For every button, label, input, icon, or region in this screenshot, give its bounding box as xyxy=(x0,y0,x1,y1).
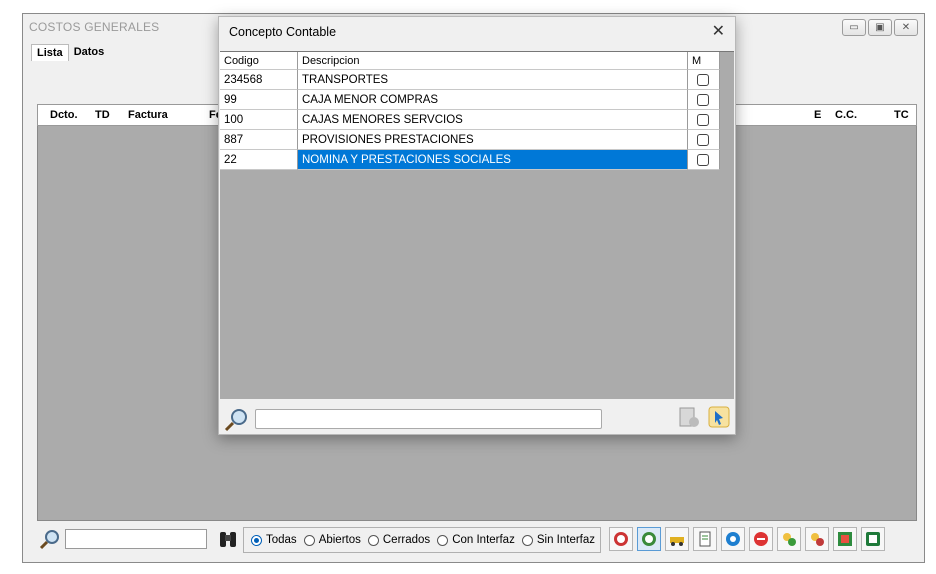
codigo-cell[interactable]: 887 xyxy=(220,130,298,150)
checkbox[interactable] xyxy=(697,134,709,146)
window-controls: ▭ ▣ ✕ xyxy=(842,19,918,36)
bottom-toolbar: Todas Abiertos Cerrados Con Interfaz Sin… xyxy=(31,525,919,555)
grid-header-row: Codigo Descripcion M xyxy=(220,52,720,72)
table-row[interactable]: 887 PROVISIONES PRESTACIONES xyxy=(220,130,720,150)
codigo-cell[interactable]: 22 xyxy=(220,150,298,170)
radio-cerrados[interactable]: Cerrados xyxy=(367,534,431,546)
truck-icon[interactable] xyxy=(665,527,689,551)
m-cell xyxy=(688,110,720,130)
column-descripcion[interactable]: Descripcion xyxy=(298,52,688,70)
column-codigo[interactable]: Codigo xyxy=(220,52,298,70)
checkbox[interactable] xyxy=(697,74,709,86)
binoculars-icon[interactable] xyxy=(219,529,237,552)
radio-sin-interfaz[interactable]: Sin Interfaz xyxy=(521,534,596,546)
radio-dot-icon xyxy=(251,534,262,546)
radio-label: Cerrados xyxy=(382,534,431,546)
column-factura[interactable]: Factura xyxy=(128,109,168,121)
add-group-icon[interactable] xyxy=(777,527,801,551)
m-cell xyxy=(688,150,720,170)
checkbox[interactable] xyxy=(697,94,709,106)
radio-abiertos[interactable]: Abiertos xyxy=(303,534,361,546)
m-cell xyxy=(688,70,720,90)
dialog-search-input[interactable] xyxy=(255,409,602,429)
maximize-button[interactable]: ▣ xyxy=(868,19,892,36)
select-icon[interactable] xyxy=(707,405,731,432)
refresh-icon[interactable] xyxy=(721,527,745,551)
radio-label: Todas xyxy=(266,534,297,546)
close-window-button[interactable]: ✕ xyxy=(894,19,918,36)
radio-dot-icon xyxy=(521,534,533,546)
radio-label: Con Interfaz xyxy=(452,534,515,546)
radio-dot-icon xyxy=(367,534,379,546)
descripcion-cell[interactable]: PROVISIONES PRESTACIONES xyxy=(298,130,688,150)
radio-con-interfaz[interactable]: Con Interfaz xyxy=(437,534,515,546)
column-cc[interactable]: C.C. xyxy=(835,109,857,121)
search-icon[interactable] xyxy=(223,406,251,435)
receipt-icon[interactable] xyxy=(637,527,661,551)
search-icon[interactable] xyxy=(39,528,61,553)
cancel-icon[interactable] xyxy=(749,527,773,551)
table-row[interactable]: 234568 TRANSPORTES xyxy=(220,70,720,90)
radio-dot-icon xyxy=(437,534,449,546)
group-icon[interactable] xyxy=(805,527,829,551)
checkbox[interactable] xyxy=(697,114,709,126)
m-cell xyxy=(688,130,720,150)
column-e[interactable]: E xyxy=(814,109,821,121)
search-input[interactable] xyxy=(65,529,207,549)
table-row[interactable]: 22 NOMINA Y PRESTACIONES SOCIALES xyxy=(220,150,720,170)
descripcion-cell[interactable]: NOMINA Y PRESTACIONES SOCIALES xyxy=(298,150,688,170)
document-icon[interactable] xyxy=(693,527,717,551)
excel-grid-icon[interactable] xyxy=(833,527,857,551)
concepto-grid: Codigo Descripcion M 234568 TRANSPORTES … xyxy=(220,51,734,399)
codigo-cell[interactable]: 100 xyxy=(220,110,298,130)
export-excel-icon[interactable] xyxy=(861,527,885,551)
descripcion-cell[interactable]: TRANSPORTES xyxy=(298,70,688,90)
action-buttons xyxy=(609,527,885,551)
dialog-title: Concepto Contable xyxy=(229,25,337,39)
filter-radio-group: Todas Abiertos Cerrados Con Interfaz Sin… xyxy=(243,527,601,553)
minimize-button[interactable]: ▭ xyxy=(842,19,866,36)
column-m[interactable]: M xyxy=(688,52,720,70)
column-tc[interactable]: TC xyxy=(894,109,909,121)
codigo-cell[interactable]: 99 xyxy=(220,90,298,110)
concepto-contable-dialog: Concepto Contable ✕ Codigo Descripcion M… xyxy=(218,16,736,435)
table-row[interactable]: 99 CAJA MENOR COMPRAS xyxy=(220,90,720,110)
new-document-icon[interactable] xyxy=(677,405,701,432)
close-icon[interactable]: ✕ xyxy=(712,21,725,40)
checkbox[interactable] xyxy=(697,154,709,166)
tab-lista[interactable]: Lista xyxy=(31,44,69,61)
radio-todas[interactable]: Todas xyxy=(251,534,297,546)
radio-label: Sin Interfaz xyxy=(536,534,596,546)
codigo-cell[interactable]: 234568 xyxy=(220,70,298,90)
tab-datos[interactable]: Datos xyxy=(69,44,110,61)
tab-bar: Lista Datos xyxy=(31,44,109,61)
descripcion-cell[interactable]: CAJAS MENORES SERVCIOS xyxy=(298,110,688,130)
table-row[interactable]: 100 CAJAS MENORES SERVCIOS xyxy=(220,110,720,130)
sales-icon[interactable] xyxy=(609,527,633,551)
m-cell xyxy=(688,90,720,110)
window-title: COSTOS GENERALES xyxy=(29,20,160,34)
radio-dot-icon xyxy=(303,534,315,546)
column-td[interactable]: TD xyxy=(95,109,110,121)
descripcion-cell[interactable]: CAJA MENOR COMPRAS xyxy=(298,90,688,110)
radio-label: Abiertos xyxy=(318,534,361,546)
column-dcto[interactable]: Dcto. xyxy=(50,109,78,121)
